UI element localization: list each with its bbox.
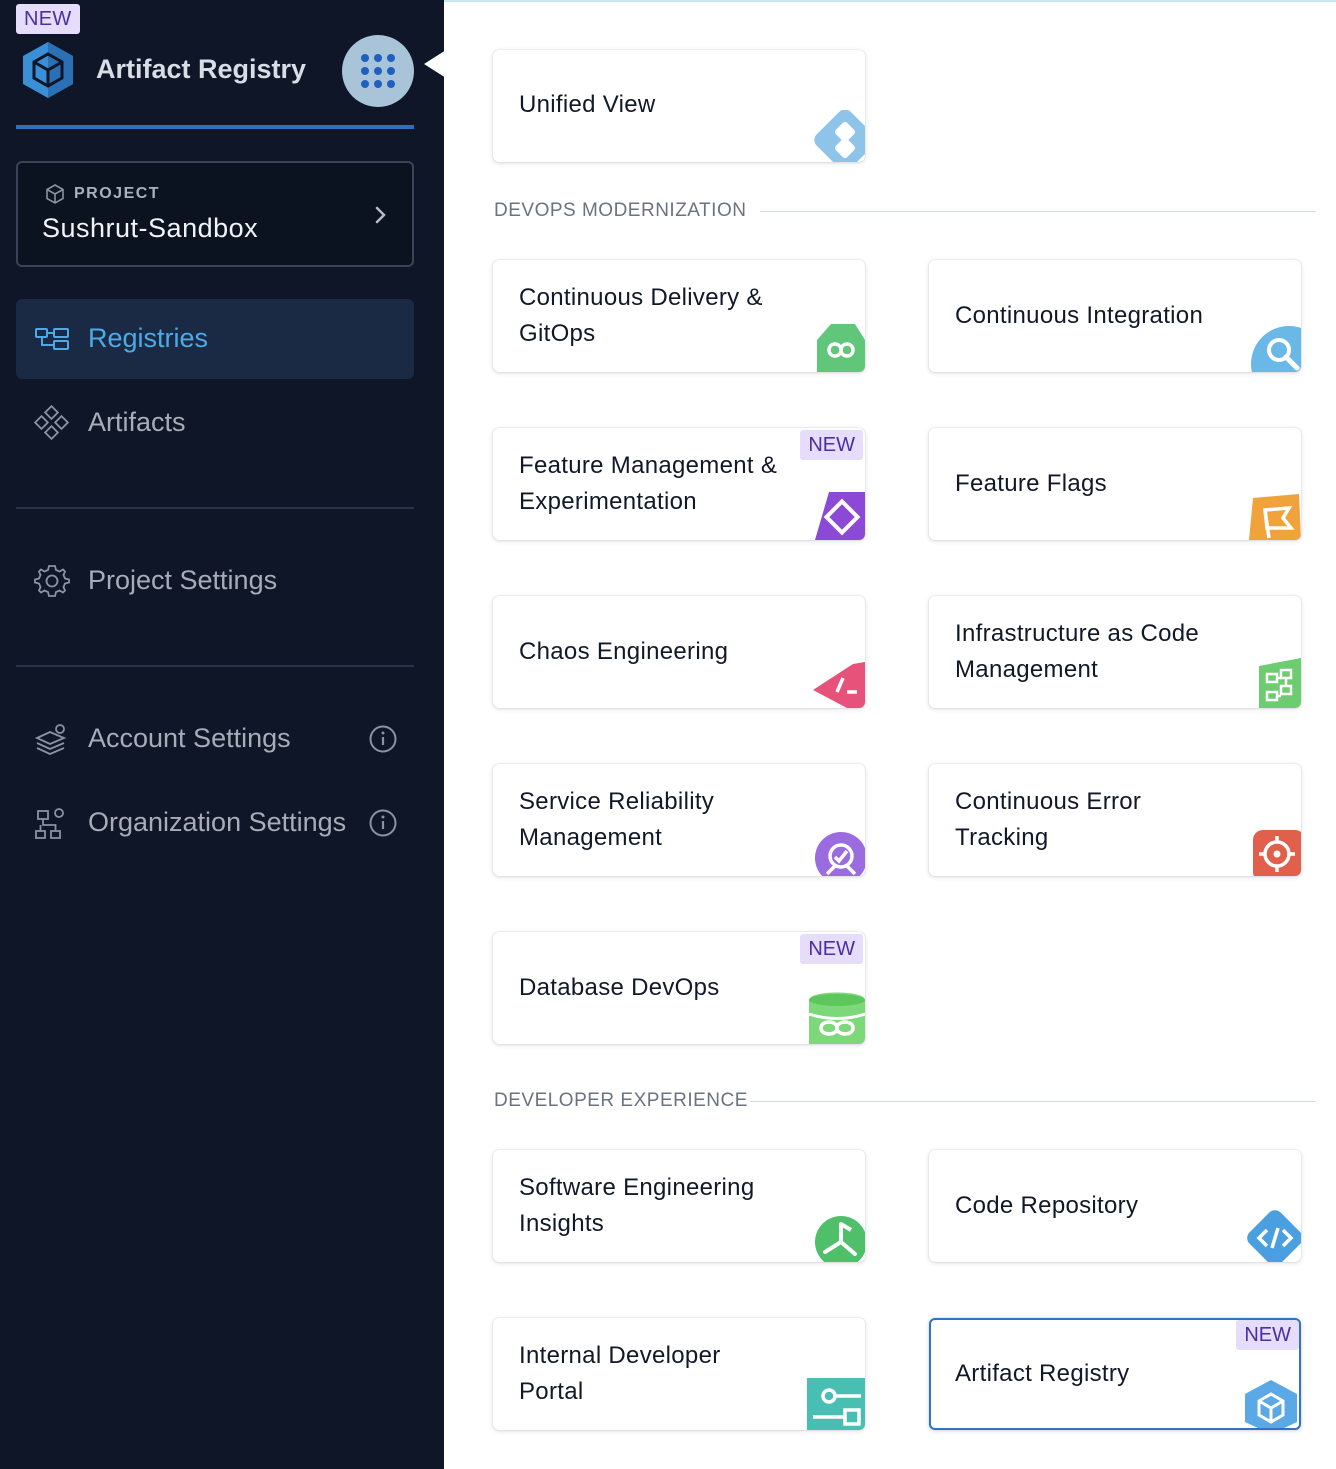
module-card-code-repository[interactable]: Code Repository: [929, 1150, 1301, 1262]
card-title-line: Internal Developer: [519, 1342, 721, 1369]
card-title: Code Repository: [955, 1192, 1139, 1219]
section-divider: [760, 211, 1316, 212]
module-card-sei[interactable]: Software Engineering Insights: [493, 1150, 865, 1262]
card-title-line: GitOps: [519, 320, 596, 347]
module-title: Artifact Registry: [96, 54, 307, 84]
new-badge: NEW: [800, 934, 863, 964]
sidebar-divider: [16, 665, 414, 667]
module-header: Artifact Registry: [16, 34, 414, 114]
module-card-feature-flags[interactable]: Feature Flags: [929, 428, 1301, 540]
section-divider: [750, 1101, 1316, 1102]
card-title-line: Management: [955, 656, 1099, 683]
card-title-line: Tracking: [955, 824, 1049, 851]
cube-icon: [46, 184, 64, 204]
continuous-delivery-icon: [817, 324, 865, 372]
sidebar-item-label: Registries: [88, 323, 209, 353]
module-card-artifact-registry[interactable]: NEW Artifact Registry: [929, 1318, 1301, 1430]
feature-management-icon: [815, 492, 865, 540]
registries-icon: [35, 328, 69, 350]
grid-dots-icon: [361, 54, 395, 88]
card-title: Service Reliability Management: [519, 784, 809, 856]
sidebar-item-organization-settings[interactable]: Organization Settings: [16, 783, 414, 863]
card-title-line: Feature Management &: [519, 452, 778, 479]
sidebar-item-project-settings[interactable]: Project Settings: [16, 541, 414, 621]
card-title-line: Experimentation: [519, 488, 697, 515]
sidebar-item-label: Project Settings: [88, 565, 278, 595]
continuous-integration-icon: [1251, 326, 1301, 372]
section-heading-devex: DEVELOPER EXPERIENCE: [494, 1090, 748, 1111]
idp-icon: [807, 1378, 865, 1430]
card-title: Continuous Delivery & GitOps: [519, 280, 809, 352]
card-title: Feature Flags: [955, 470, 1107, 497]
sidebar-item-label: Account Settings: [88, 723, 291, 753]
module-card-continuous-integration[interactable]: Continuous Integration: [929, 260, 1301, 372]
sidebar: NEW Artifact Registry PROJECT Sushrut-Sa…: [0, 0, 446, 1469]
module-card-unified-view[interactable]: Unified View: [493, 50, 865, 162]
artifact-registry-icon: [1245, 1380, 1297, 1428]
card-title-line: Management: [519, 824, 663, 851]
account-settings-icon: [34, 724, 67, 755]
card-title-line: Service Reliability: [519, 788, 715, 815]
code-repository-icon: [1247, 1210, 1301, 1262]
module-card-continuous-delivery[interactable]: Continuous Delivery & GitOps: [493, 260, 865, 372]
card-title-line: Continuous Delivery &: [519, 284, 763, 311]
card-title: Unified View: [519, 91, 656, 118]
top-border: [444, 0, 1336, 2]
section-heading-devops: DEVOPS MODERNIZATION: [494, 200, 747, 221]
artifacts-icon: [34, 405, 70, 441]
feature-flags-icon: [1249, 494, 1301, 540]
module-card-feature-management[interactable]: NEW Feature Management & Experimentation: [493, 428, 865, 540]
card-title-line: Insights: [519, 1210, 605, 1237]
card-title-line: Continuous Error: [955, 788, 1142, 815]
card-title: Continuous Error Tracking: [955, 784, 1245, 856]
popover-pointer: [424, 50, 446, 78]
module-card-iacm[interactable]: Infrastructure as Code Management: [929, 596, 1301, 708]
card-title: Artifact Registry: [955, 1360, 1130, 1387]
card-title: Chaos Engineering: [519, 638, 729, 665]
sidebar-item-artifacts[interactable]: Artifacts: [16, 383, 414, 463]
project-label: PROJECT: [74, 185, 161, 202]
module-picker-panel: Unified View DEVOPS MODERNIZATION Contin…: [444, 0, 1336, 1469]
new-badge: NEW: [1236, 1320, 1299, 1350]
chevron-right-icon: [375, 206, 386, 224]
gear-icon: [34, 565, 70, 597]
iacm-icon: [1259, 658, 1301, 708]
card-title: Infrastructure as Code Management: [955, 616, 1245, 688]
sidebar-divider: [16, 507, 414, 509]
module-card-database-devops[interactable]: NEW Database DevOps: [493, 932, 865, 1044]
sidebar-item-registries[interactable]: Registries: [16, 299, 414, 379]
info-icon[interactable]: [368, 724, 398, 754]
sei-icon: [815, 1216, 865, 1262]
project-selector[interactable]: PROJECT Sushrut-Sandbox: [16, 161, 414, 267]
card-title: Software Engineering Insights: [519, 1170, 809, 1242]
card-title: Feature Management & Experimentation: [519, 448, 809, 520]
module-card-srm[interactable]: Service Reliability Management: [493, 764, 865, 876]
module-switcher-button[interactable]: [342, 35, 414, 107]
organization-settings-icon: [35, 808, 64, 839]
info-icon[interactable]: [368, 808, 398, 838]
artifact-registry-logo-icon: [23, 42, 73, 98]
cet-icon: [1253, 830, 1301, 876]
new-badge: NEW: [800, 430, 863, 460]
card-title: Continuous Integration: [955, 302, 1204, 329]
unified-view-icon: [814, 110, 865, 162]
header-underline: [16, 125, 414, 129]
project-name: Sushrut-Sandbox: [42, 213, 259, 243]
srm-icon: [815, 832, 865, 876]
card-title-line: Infrastructure as Code: [955, 620, 1200, 647]
card-title-line: Portal: [519, 1378, 584, 1405]
module-card-cet[interactable]: Continuous Error Tracking: [929, 764, 1301, 876]
module-card-idp[interactable]: Internal Developer Portal: [493, 1318, 865, 1430]
sidebar-item-account-settings[interactable]: Account Settings: [16, 699, 414, 779]
card-title: Internal Developer Portal: [519, 1338, 809, 1410]
new-badge: NEW: [16, 4, 80, 34]
sidebar-item-label: Organization Settings: [88, 807, 347, 837]
module-card-chaos-engineering[interactable]: Chaos Engineering: [493, 596, 865, 708]
sidebar-item-label: Artifacts: [88, 407, 186, 437]
chaos-engineering-icon: [813, 662, 865, 708]
card-title-line: Software Engineering: [519, 1174, 755, 1201]
database-devops-icon: [808, 992, 865, 1044]
card-title: Database DevOps: [519, 974, 720, 1001]
